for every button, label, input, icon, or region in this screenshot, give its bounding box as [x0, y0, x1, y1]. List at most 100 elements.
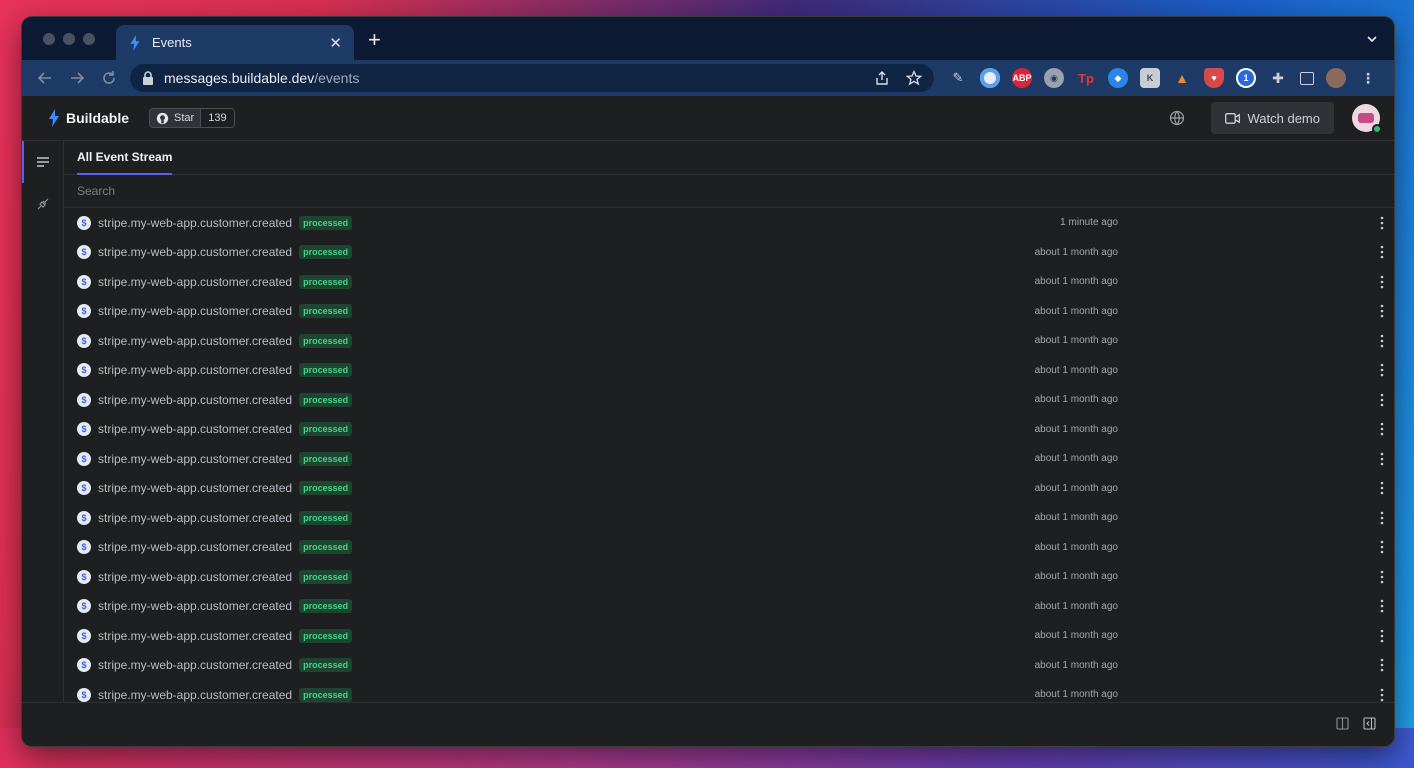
- more-options-icon[interactable]: [1380, 481, 1384, 495]
- sidebar-item-events[interactable]: [22, 141, 63, 183]
- close-tab-icon[interactable]: ✕: [329, 34, 342, 52]
- event-row[interactable]: $ stripe.my-web-app.customer.created proce…: [64, 621, 1394, 651]
- watch-demo-button[interactable]: Watch demo: [1210, 102, 1334, 134]
- more-options-icon[interactable]: [1380, 245, 1384, 259]
- stripe-icon: $: [77, 658, 91, 673]
- more-options-icon[interactable]: [1380, 688, 1384, 702]
- event-row[interactable]: $ stripe.my-web-app.customer.created proce…: [64, 356, 1394, 386]
- user-avatar[interactable]: [1352, 104, 1382, 134]
- diamond-extension-icon[interactable]: ◆: [1108, 68, 1128, 88]
- event-row[interactable]: $ stripe.my-web-app.customer.created proce…: [64, 385, 1394, 415]
- event-name: stripe.my-web-app.customer.created: [98, 422, 293, 437]
- stripe-icon: $: [77, 540, 91, 555]
- github-star-button[interactable]: Star: [150, 109, 202, 127]
- status-badge: processed: [299, 599, 353, 614]
- event-name: stripe.my-web-app.customer.created: [98, 510, 293, 525]
- event-row[interactable]: $ stripe.my-web-app.customer.created proce…: [64, 326, 1394, 356]
- stripe-icon: $: [77, 687, 91, 702]
- more-options-icon[interactable]: [1380, 599, 1384, 613]
- event-row[interactable]: $ stripe.my-web-app.customer.created proce…: [64, 415, 1394, 445]
- owl-extension-icon[interactable]: ◉: [1044, 68, 1064, 88]
- event-row[interactable]: $ stripe.my-web-app.customer.created proce…: [64, 297, 1394, 327]
- github-star-count: 139: [201, 109, 234, 127]
- globe-icon[interactable]: [1169, 110, 1185, 126]
- status-badge: processed: [299, 304, 353, 319]
- more-options-icon[interactable]: [1380, 511, 1384, 525]
- back-arrow-icon[interactable]: [36, 69, 54, 87]
- event-time: 1 minute ago: [1060, 217, 1118, 229]
- status-badge: processed: [299, 451, 353, 466]
- reload-icon[interactable]: [100, 69, 118, 87]
- k-extension-icon[interactable]: K: [1140, 68, 1160, 88]
- more-options-icon[interactable]: [1380, 216, 1384, 230]
- brand-logo[interactable]: Buildable: [48, 109, 129, 127]
- event-row[interactable]: $ stripe.my-web-app.customer.created proce…: [64, 208, 1394, 238]
- event-row[interactable]: $ stripe.my-web-app.customer.created proce…: [64, 680, 1394, 702]
- event-name: stripe.my-web-app.customer.created: [98, 215, 293, 230]
- event-row[interactable]: $ stripe.my-web-app.customer.created proce…: [64, 533, 1394, 563]
- status-badge: processed: [299, 274, 353, 289]
- shield-extension-icon[interactable]: ♥: [1204, 68, 1224, 88]
- browser-tab-events[interactable]: Events ✕: [116, 25, 354, 60]
- nav-buttons: [36, 69, 118, 87]
- puzzle-extension-icon[interactable]: ✚: [1268, 68, 1288, 88]
- tp-extension-icon[interactable]: Tp: [1076, 68, 1096, 88]
- event-name: stripe.my-web-app.customer.created: [98, 658, 293, 673]
- stripe-icon: $: [77, 215, 91, 230]
- split-view-icon[interactable]: [1336, 717, 1349, 730]
- share-icon[interactable]: [874, 70, 890, 86]
- github-star-widget[interactable]: Star 139: [149, 108, 235, 128]
- sidebar-item-connections[interactable]: [22, 183, 63, 225]
- more-options-icon[interactable]: [1380, 570, 1384, 584]
- minimize-window-button[interactable]: [63, 33, 75, 45]
- close-window-button[interactable]: [43, 33, 55, 45]
- stream-tabs: All Event Stream: [64, 141, 1394, 175]
- password-extension-icon[interactable]: 1: [1236, 68, 1256, 88]
- status-badge: processed: [299, 687, 353, 702]
- browser-menu-icon[interactable]: ⋮: [1358, 68, 1378, 88]
- status-badge: processed: [299, 392, 353, 407]
- adblock-extension-icon[interactable]: ABP: [1012, 68, 1032, 88]
- url-path: /events: [314, 70, 360, 86]
- url-text: messages.buildable.dev/events: [164, 70, 874, 86]
- more-options-icon[interactable]: [1380, 422, 1384, 436]
- event-name: stripe.my-web-app.customer.created: [98, 481, 293, 496]
- event-row[interactable]: $ stripe.my-web-app.customer.created proce…: [64, 474, 1394, 504]
- more-options-icon[interactable]: [1380, 452, 1384, 466]
- circle-extension-icon[interactable]: [980, 68, 1000, 88]
- event-row[interactable]: $ stripe.my-web-app.customer.created proce…: [64, 562, 1394, 592]
- more-options-icon[interactable]: [1380, 658, 1384, 672]
- maximize-window-button[interactable]: [83, 33, 95, 45]
- stripe-icon: $: [77, 599, 91, 614]
- event-time: about 1 month ago: [1034, 246, 1118, 258]
- chevron-down-icon[interactable]: [1366, 33, 1378, 45]
- pen-extension-icon[interactable]: ✎: [948, 68, 968, 88]
- more-options-icon[interactable]: [1380, 393, 1384, 407]
- event-name: stripe.my-web-app.customer.created: [98, 569, 293, 584]
- event-row[interactable]: $ stripe.my-web-app.customer.created proce…: [64, 444, 1394, 474]
- address-bar[interactable]: messages.buildable.dev/events: [130, 64, 934, 92]
- more-options-icon[interactable]: [1380, 304, 1384, 318]
- event-row[interactable]: $ stripe.my-web-app.customer.created proce…: [64, 651, 1394, 681]
- event-row[interactable]: $ stripe.my-web-app.customer.created proce…: [64, 592, 1394, 622]
- fox-extension-icon[interactable]: ▲: [1172, 68, 1192, 88]
- more-options-icon[interactable]: [1380, 334, 1384, 348]
- more-options-icon[interactable]: [1380, 275, 1384, 289]
- tab-all-event-stream[interactable]: All Event Stream: [77, 141, 173, 175]
- forward-arrow-icon[interactable]: [68, 69, 86, 87]
- more-options-icon[interactable]: [1380, 629, 1384, 643]
- event-row[interactable]: $ stripe.my-web-app.customer.created proce…: [64, 238, 1394, 268]
- profile-avatar-icon[interactable]: [1326, 68, 1346, 88]
- bookmark-star-icon[interactable]: [906, 70, 922, 86]
- footer-actions: [1336, 717, 1376, 730]
- event-row[interactable]: $ stripe.my-web-app.customer.created proce…: [64, 503, 1394, 533]
- status-badge: processed: [299, 422, 353, 437]
- side-panel-icon[interactable]: [1300, 71, 1314, 85]
- more-options-icon[interactable]: [1380, 363, 1384, 377]
- collapse-panel-icon[interactable]: [1363, 717, 1376, 730]
- new-tab-icon[interactable]: +: [368, 29, 381, 51]
- search-input[interactable]: [77, 184, 477, 198]
- event-row[interactable]: $ stripe.my-web-app.customer.created proce…: [64, 267, 1394, 297]
- tab-strip: Events ✕ +: [22, 17, 1394, 60]
- more-options-icon[interactable]: [1380, 540, 1384, 554]
